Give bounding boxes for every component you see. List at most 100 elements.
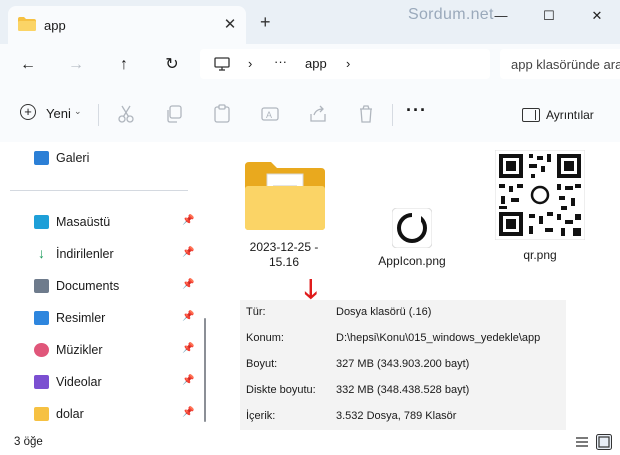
up-button[interactable]: ↑ bbox=[112, 54, 136, 76]
pin-icon: 📌 bbox=[182, 279, 195, 290]
details-pane-button[interactable]: Ayrıntılar bbox=[520, 106, 604, 126]
pin-icon: 📌 bbox=[182, 375, 195, 386]
breadcrumb-current[interactable]: app bbox=[305, 56, 327, 71]
sidebar-item-label: Galeri bbox=[56, 151, 90, 165]
navigation-bar: ← → ↑ ↻ › ··· app › app klasöründe ara bbox=[0, 44, 620, 86]
sidebar-item-label: Müzikler bbox=[56, 343, 103, 357]
folder-icon bbox=[18, 17, 36, 31]
new-tab-button[interactable]: + bbox=[260, 13, 271, 31]
detail-key: Boyut: bbox=[246, 358, 278, 370]
cut-icon[interactable] bbox=[116, 104, 136, 124]
sidebar-item-label: Videolar bbox=[56, 375, 102, 389]
refresh-button[interactable]: ↻ bbox=[160, 54, 184, 76]
detail-key: İçerik: bbox=[246, 410, 276, 422]
close-tab-icon[interactable]: ✕ bbox=[220, 15, 240, 35]
videos-icon bbox=[34, 375, 49, 389]
detail-key: Konum: bbox=[246, 332, 284, 344]
documents-icon bbox=[34, 279, 49, 293]
search-placeholder: app klasöründe ara bbox=[511, 57, 620, 72]
item-count: 3 öğe bbox=[14, 436, 43, 448]
svg-text:A: A bbox=[266, 110, 272, 120]
breadcrumb-chevron[interactable]: › bbox=[346, 56, 350, 71]
pin-icon: 📌 bbox=[182, 407, 195, 418]
detail-row: Boyut: 327 MB (343.903.200 bayt) bbox=[246, 354, 566, 374]
music-icon bbox=[34, 343, 49, 357]
navigation-pane: Galeri Masaüstü 📌 ↓ İndirilenler 📌 Docum… bbox=[0, 142, 212, 430]
detail-value: 3.532 Dosya, 789 Klasör bbox=[336, 410, 457, 422]
address-bar[interactable]: › ··· app › bbox=[200, 49, 490, 79]
detail-row: Diskte boyutu: 332 MB (348.438.528 bayt) bbox=[246, 380, 566, 400]
sidebar-item-label: dolar bbox=[56, 407, 84, 421]
computer-icon bbox=[214, 57, 230, 71]
annotation-arrow-icon: 🡓 bbox=[304, 274, 318, 304]
copy-icon[interactable] bbox=[164, 104, 184, 124]
sidebar-item-pictures[interactable]: Resimler 📌 bbox=[34, 308, 194, 330]
file-list: 2023-12-25 - 15.16 AppIcon.png qr.png 🡓 … bbox=[212, 142, 620, 430]
sidebar-item-downloads[interactable]: ↓ İndirilenler 📌 bbox=[34, 244, 194, 266]
share-icon[interactable] bbox=[308, 104, 328, 124]
folder-icon bbox=[34, 407, 49, 421]
pin-icon: 📌 bbox=[182, 215, 195, 226]
toolbar-divider bbox=[98, 104, 99, 126]
sidebar-item-videos[interactable]: Videolar 📌 bbox=[34, 372, 194, 394]
sidebar-item-dolar[interactable]: dolar 📌 bbox=[34, 404, 194, 426]
breadcrumb-overflow[interactable]: ··· bbox=[274, 54, 287, 69]
forward-button[interactable]: → bbox=[64, 54, 88, 76]
sidebar-item-documents[interactable]: Documents 📌 bbox=[34, 276, 194, 298]
detail-value: 327 MB (343.903.200 bayt) bbox=[336, 358, 470, 370]
folder-icon bbox=[245, 162, 325, 230]
sidebar-item-label: Documents bbox=[56, 279, 120, 293]
back-button[interactable]: ← bbox=[16, 54, 40, 76]
sidebar-item-music[interactable]: Müzikler 📌 bbox=[34, 340, 194, 362]
title-bar: app ✕ + Sordum.net — ☐ ✕ bbox=[0, 0, 620, 44]
file-name: qr.png bbox=[523, 248, 557, 262]
large-icons-view-icon[interactable] bbox=[596, 434, 612, 450]
sidebar-item-label: Masaüstü bbox=[56, 215, 111, 229]
sidebar-item-gallery[interactable]: Galeri bbox=[34, 148, 194, 170]
minimize-button[interactable]: — bbox=[486, 6, 516, 26]
sidebar-item-label: Resimler bbox=[56, 311, 106, 325]
pin-icon: 📌 bbox=[182, 343, 195, 354]
close-window-button[interactable]: ✕ bbox=[582, 6, 612, 26]
new-label: Yeni bbox=[46, 106, 71, 121]
chevron-down-icon: ⌄ bbox=[74, 106, 82, 116]
search-input[interactable]: app klasöründe ara bbox=[500, 49, 620, 79]
file-name: 2023-12-25 - bbox=[249, 240, 319, 254]
delete-icon[interactable] bbox=[356, 104, 376, 124]
sidebar-divider bbox=[10, 190, 188, 191]
details-pane-icon bbox=[522, 108, 540, 122]
rename-icon[interactable]: A bbox=[260, 104, 280, 124]
tab-title: app bbox=[44, 18, 66, 33]
paste-icon[interactable] bbox=[212, 104, 232, 124]
file-item-folder[interactable]: 2023-12-25 - 15.16 bbox=[234, 150, 334, 270]
tab-app[interactable]: app ✕ bbox=[8, 6, 246, 44]
detail-key: Tür: bbox=[246, 306, 266, 318]
file-item-qr[interactable]: qr.png bbox=[490, 150, 590, 263]
gallery-icon bbox=[34, 151, 49, 165]
more-options-button[interactable]: ··· bbox=[406, 100, 427, 121]
command-bar: + Yeni ⌄ A ··· Ayrıntılar bbox=[0, 86, 620, 143]
detail-value: D:\hepsi\Konu\015_windows_yedekle\app bbox=[336, 332, 541, 344]
download-icon: ↓ bbox=[38, 245, 45, 261]
qr-code-image bbox=[495, 150, 585, 240]
new-button[interactable]: + Yeni ⌄ bbox=[16, 102, 88, 126]
plus-icon: + bbox=[20, 104, 36, 120]
sidebar-item-desktop[interactable]: Masaüstü 📌 bbox=[34, 212, 194, 234]
folder-tooltip: Tür: Dosya klasörü (.16) Konum: D:\hepsi… bbox=[240, 300, 566, 430]
file-item-appicon[interactable]: AppIcon.png bbox=[362, 150, 462, 269]
maximize-button[interactable]: ☐ bbox=[534, 6, 564, 26]
detail-row: Konum: D:\hepsi\Konu\015_windows_yedekle… bbox=[246, 328, 566, 348]
file-name: AppIcon.png bbox=[378, 254, 446, 268]
detail-key: Diskte boyutu: bbox=[246, 384, 316, 396]
breadcrumb-separator: › bbox=[248, 56, 253, 71]
toolbar-divider bbox=[392, 104, 393, 126]
pictures-icon bbox=[34, 311, 49, 325]
detail-value: Dosya klasörü (.16) bbox=[336, 306, 432, 318]
pin-icon: 📌 bbox=[182, 247, 195, 258]
details-view-icon[interactable] bbox=[574, 434, 590, 450]
pin-icon: 📌 bbox=[182, 311, 195, 322]
app-icon-image bbox=[392, 208, 432, 248]
status-bar: 3 öğe bbox=[0, 430, 620, 455]
sidebar-scrollbar[interactable] bbox=[204, 318, 206, 422]
detail-row: İçerik: 3.532 Dosya, 789 Klasör bbox=[246, 406, 566, 426]
